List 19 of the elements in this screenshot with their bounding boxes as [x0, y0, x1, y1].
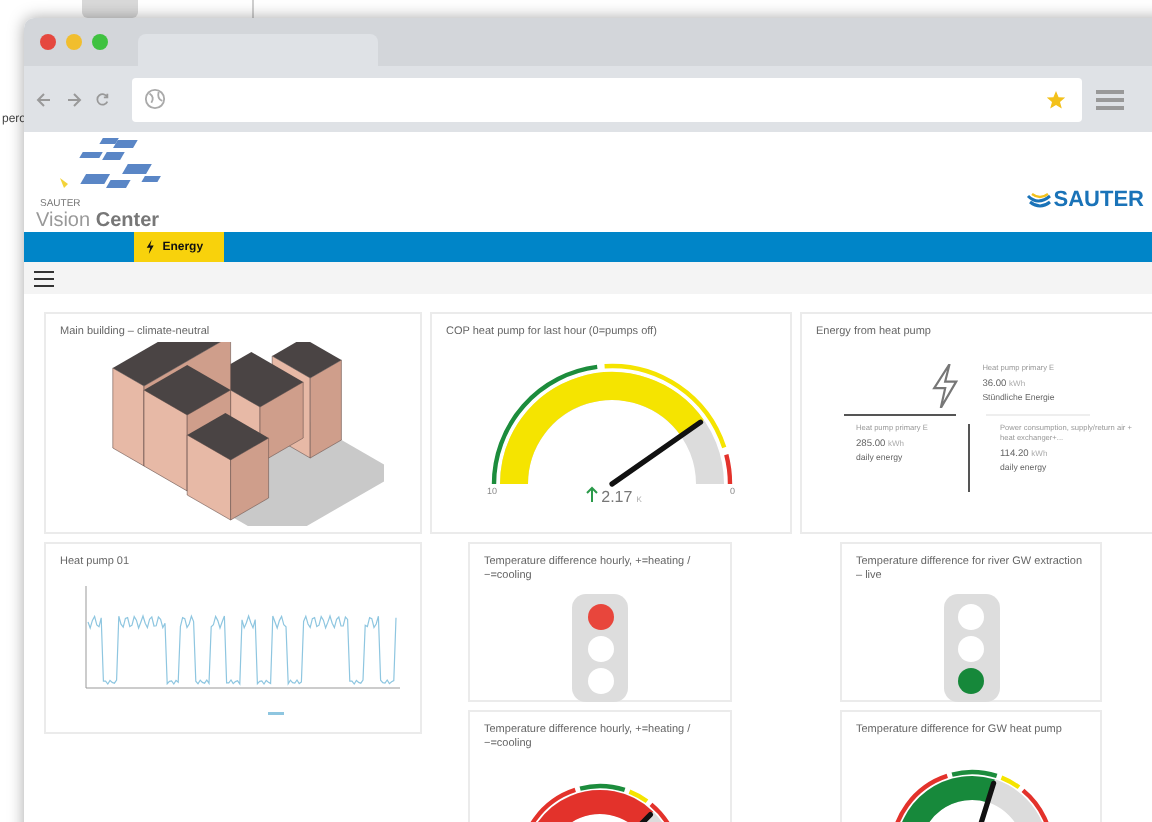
maximize-icon[interactable]: [92, 34, 108, 50]
company-logo: SAUTER: [1053, 188, 1144, 212]
bolt-icon: [146, 240, 155, 254]
scale-band: [723, 454, 732, 485]
minimize-icon[interactable]: [66, 34, 82, 50]
scale-band: [490, 364, 597, 485]
close-icon[interactable]: [40, 34, 56, 50]
reload-icon[interactable]: [96, 92, 110, 106]
wave-logo-icon: [1025, 191, 1052, 209]
back-icon[interactable]: [36, 91, 52, 107]
globe-icon: [144, 88, 166, 110]
product-name: Vision Center: [36, 210, 162, 232]
star-icon[interactable]: [1046, 89, 1066, 109]
scale-band: [603, 364, 726, 449]
lightning-icon: [932, 364, 959, 408]
address-field[interactable]: [132, 77, 1082, 121]
forward-icon[interactable]: [66, 91, 82, 107]
menu-icon[interactable]: [34, 269, 54, 287]
arrow-up-icon: [585, 486, 598, 502]
